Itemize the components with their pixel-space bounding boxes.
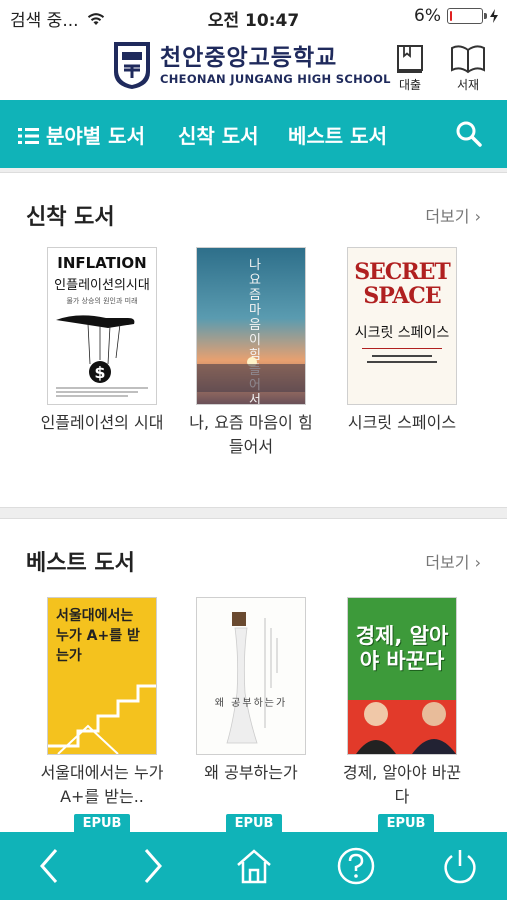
shelf-label: 서재 [456,78,480,92]
back-button[interactable] [34,846,64,890]
power-button[interactable] [440,846,480,890]
more-label: 더보기 [425,207,470,226]
open-book-icon [451,45,485,74]
best-books-section: 베스트 도서 더보기 › 서울대에서는 누가 A+를 받는가 서울대에서는 누가… [0,518,507,838]
book-item[interactable]: INFLATION 인플레이션의시대 물가 상승의 원인과 미래 $ 인플레이션… [37,247,167,435]
stairs-illustration [48,684,156,754]
tab-new-books[interactable]: 신착 도서 [178,120,259,149]
cover-text: 서울대에서는 누가 A+를 받는가 [56,608,140,664]
chevron-right-icon [144,849,162,883]
book-item[interactable]: 나 요즘 마음이 힘들어서 나, 요즘 마음이 힘들어서 [186,247,316,459]
cover-text: INFLATION [57,254,147,272]
book-cover[interactable]: 서울대에서는 누가 A+를 받는가 [47,597,157,755]
epub-badge: EPUB [378,814,434,834]
more-link[interactable]: 더보기 › [425,549,481,573]
shelf-button[interactable]: 서재 [446,44,490,93]
power-icon [444,850,476,884]
charging-icon [490,9,498,23]
school-name-en: CHEONAN JUNGANG HIGH SCHOOL [160,72,391,86]
category-nav: 분야별 도서 신착 도서 베스트 도서 [0,100,507,168]
book-cover[interactable]: 왜 공부하는가 [196,597,306,755]
forward-button[interactable] [138,846,168,890]
svg-text:$: $ [94,363,105,382]
loan-label: 대출 [398,78,422,92]
battery-icon [447,8,487,24]
book-title: 왜 공부하는가 [204,763,298,782]
help-icon [337,847,375,885]
book-item[interactable]: SECRET SPACE 시크릿 스페이스 시크릿 스페이스 [337,247,467,435]
loan-button[interactable]: 대출 [388,44,432,93]
book-item[interactable]: 왜 공부하는가 왜 공부하는가 [186,597,316,785]
book-cover[interactable]: INFLATION 인플레이션의시대 물가 상승의 원인과 미래 $ [47,247,157,405]
book-title: 서울대에서는 누가 A+를 받는.. [40,763,164,806]
tab-category-label: 분야별 도서 [46,124,145,148]
book-title: 인플레이션의 시대 [40,413,164,432]
book-cover[interactable]: 경제, 알아야 바꾼다 [347,597,457,755]
bottom-toolbar [0,832,507,900]
section-title: 베스트 도서 [26,551,135,576]
school-name-ko: 천안중앙고등학교 [160,45,338,71]
more-link[interactable]: 더보기 › [425,203,481,227]
hourglass-illustration [226,612,278,744]
book-title: 나, 요즘 마음이 힘들어서 [189,413,313,456]
book-title: 경제, 알아야 바꾼다 [342,763,462,806]
tab-new-label: 신착 도서 [178,124,259,148]
app-header: 천안중앙고등학교 CHEONAN JUNGANG HIGH SCHOOL 대출 … [0,34,507,100]
tab-best-books[interactable]: 베스트 도서 [288,120,387,149]
battery-percent: 6% [414,6,441,26]
book-item[interactable]: 서울대에서는 누가 A+를 받는가 서울대에서는 누가 A+를 받는.. [37,597,167,809]
cover-text: SECRET SPACE [354,259,451,309]
new-books-section: 신착 도서 더보기 › INFLATION 인플레이션의시대 물가 상승의 원인… [0,172,507,508]
book-icon [397,45,423,73]
home-button[interactable] [234,846,274,890]
tab-best-label: 베스트 도서 [288,124,387,148]
help-button[interactable] [336,846,376,890]
chevron-right-icon: › [474,553,481,572]
epub-badge: EPUB [226,814,282,834]
school-logo[interactable]: 천안중앙고등학교 CHEONAN JUNGANG HIGH SCHOOL [112,40,391,90]
status-bar: 검색 중... 오전 10:47 6% [0,0,507,34]
book-cover[interactable]: 나 요즘 마음이 힘들어서 [196,247,306,405]
cover-text: 왜 공부하는가 [214,698,288,709]
home-icon [237,849,271,884]
book-item[interactable]: 경제, 알아야 바꾼다 경제, 알아야 바꾼다 [337,597,467,809]
cover-text: 시크릿 스페이스 [354,325,450,341]
book-cover[interactable]: SECRET SPACE 시크릿 스페이스 [347,247,457,405]
list-icon [18,128,39,144]
cover-text: 경제, 알아야 바꾼다 [355,624,449,673]
search-button[interactable] [455,120,483,152]
chevron-left-icon [40,849,58,883]
tab-category[interactable]: 분야별 도서 [18,120,145,149]
puppet-hand-illustration: $ [56,315,148,397]
school-emblem-icon [114,42,150,89]
search-icon [456,121,482,147]
cover-text: 인플레이션의시대 [54,278,150,293]
more-label: 더보기 [425,553,470,572]
chevron-right-icon: › [474,207,481,226]
section-title: 신착 도서 [26,205,115,230]
authors-photo [356,702,456,754]
book-title: 시크릿 스페이스 [347,413,457,432]
epub-badge: EPUB [74,814,130,834]
sunset-illustration [197,357,305,392]
